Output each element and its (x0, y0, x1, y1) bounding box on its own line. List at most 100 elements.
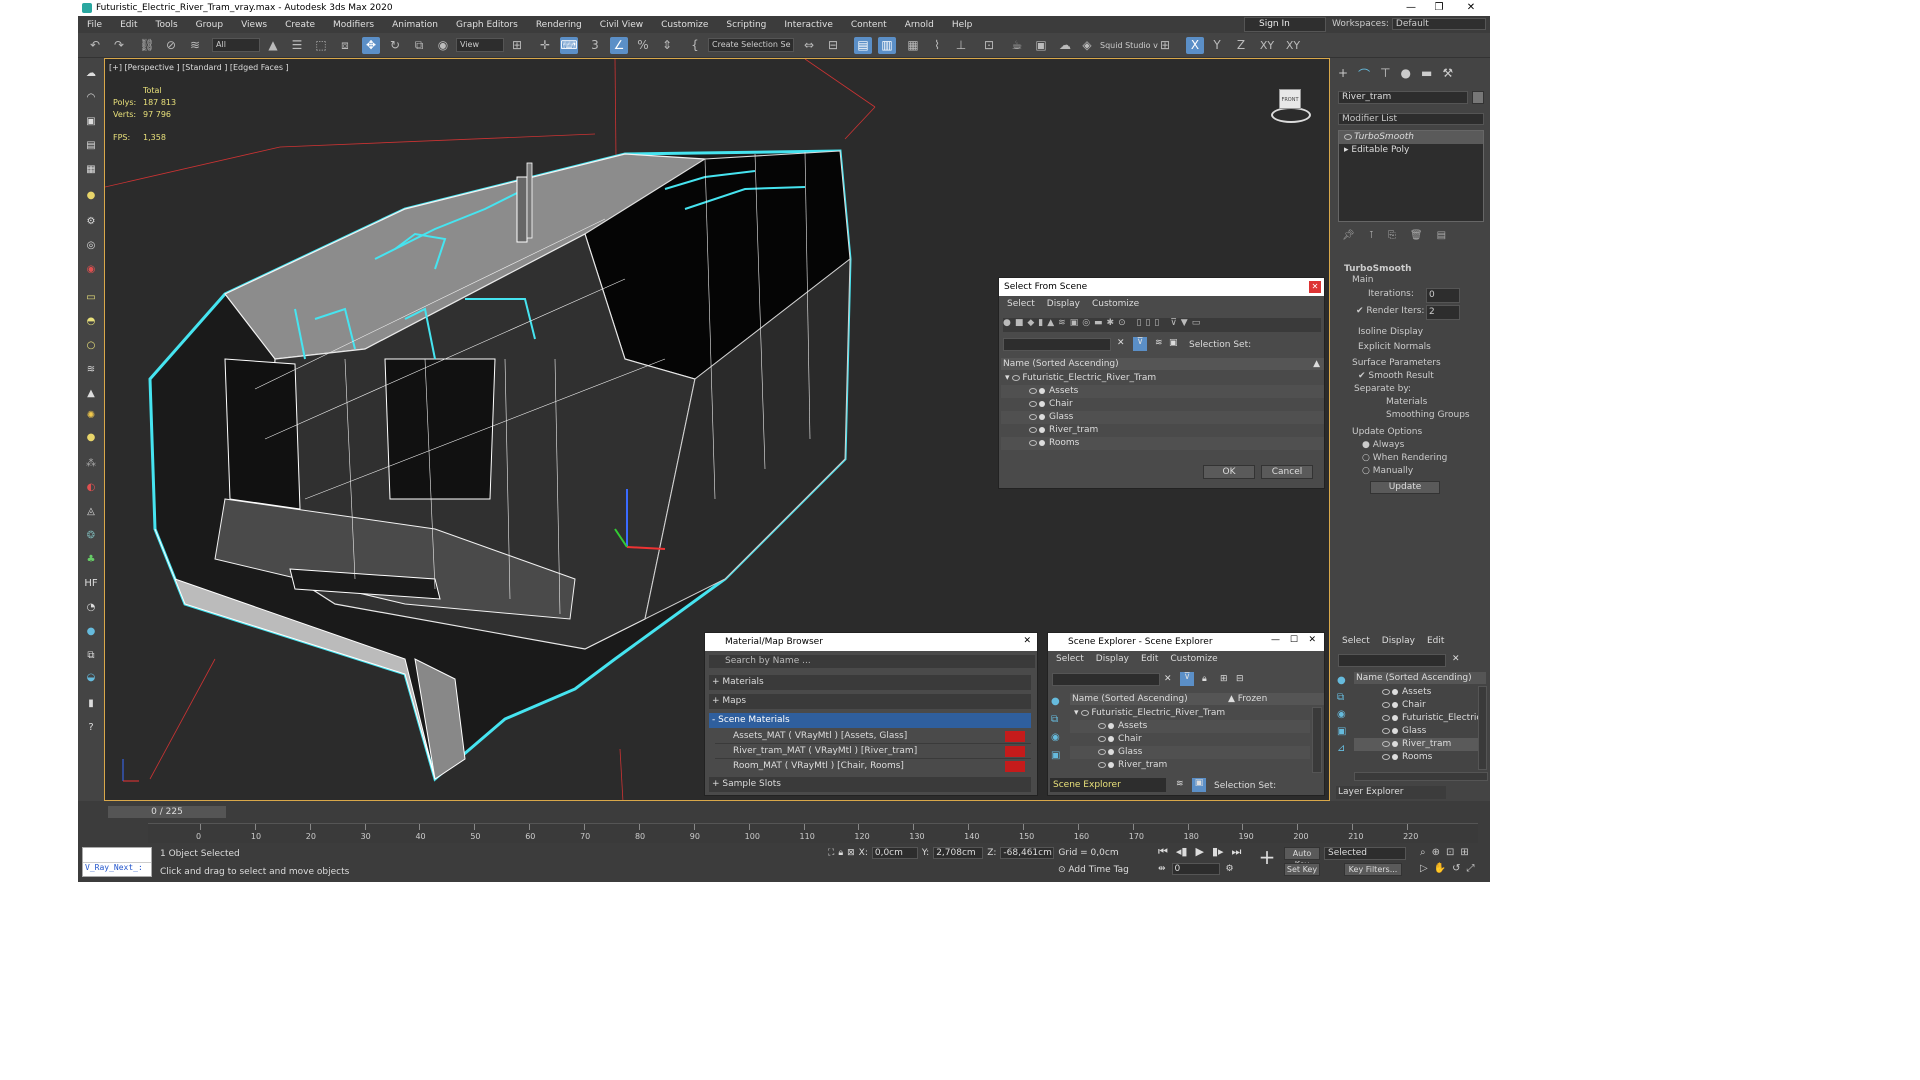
smooth-result-checkbox[interactable]: ✔ Smooth Result (1338, 370, 1484, 383)
pin-stack-icon[interactable]: 📌︎ (1342, 230, 1355, 241)
material-item[interactable]: River_tram_MAT ( VRayMtl ) [River_tram] (715, 744, 1031, 759)
cache-icon[interactable]: ▮ (82, 696, 100, 712)
menu-views[interactable]: Views (232, 20, 276, 30)
le-scrollbar[interactable] (1478, 686, 1487, 770)
sfs-selset-icon[interactable]: ▣ (1169, 338, 1178, 348)
turbosmooth-title[interactable]: TurboSmooth (1338, 264, 1484, 274)
set-key-big-icon[interactable]: + (1256, 845, 1278, 871)
le-item-river-tram[interactable]: River_tram (1354, 738, 1478, 751)
cancel-button[interactable]: Cancel (1261, 465, 1313, 479)
fov-icon[interactable]: ▷ (1420, 863, 1428, 874)
selection-filter-dropdown[interactable]: All (212, 38, 260, 52)
menu-graph-editors[interactable]: Graph Editors (447, 20, 527, 30)
plane-icon[interactable]: ▭ (82, 290, 100, 306)
select-object-icon[interactable]: ▲ (264, 37, 282, 54)
timeline-track[interactable]: 0 10 20 30 40 50 60 70 80 90 100 110 120 130 140 150 160… (148, 823, 1478, 843)
scatter-icon[interactable]: ◔ (82, 600, 100, 616)
sfs-item-rooms[interactable]: Rooms (1001, 437, 1324, 450)
curve-editor-icon[interactable]: ⌇ (928, 37, 946, 54)
menu-scripting[interactable]: Scripting (717, 20, 775, 30)
angle-snap-icon[interactable]: ∠ (610, 37, 628, 54)
named-selection-dropdown[interactable]: Create Selection Se (708, 38, 794, 52)
zoom-extents-all-icon[interactable]: ⊞ (1460, 847, 1468, 858)
helpers-icon[interactable]: ▦ (82, 162, 100, 178)
object-name-field[interactable]: River_tram (1338, 91, 1468, 104)
dome-icon[interactable]: ◓ (82, 314, 100, 330)
se-name-dropdown[interactable]: Scene Explorer (1050, 778, 1166, 792)
sfs-menu-customize[interactable]: Customize (1092, 299, 1139, 309)
scene-explorer-icon[interactable]: ▤ (854, 37, 872, 54)
go-to-end-icon[interactable]: ⏭ (1232, 845, 1242, 859)
se-sync-icon[interactable]: ⊟ (1236, 674, 1244, 684)
orbit-icon[interactable]: ↺ (1452, 863, 1460, 874)
le-clear-icon[interactable]: ✕ (1452, 654, 1460, 664)
viewport-label[interactable]: [+] [Perspective ] [Standard ] [Edged Fa… (109, 63, 289, 72)
mmb-section-maps[interactable]: + Maps (709, 694, 1031, 709)
render-setup-icon[interactable]: ☕ (1008, 37, 1026, 54)
render-production-icon[interactable]: ☁ (1056, 37, 1074, 54)
mmb-section-materials[interactable]: + Materials (709, 675, 1031, 690)
light-bulb-icon[interactable]: ● (82, 188, 100, 204)
time-tag-icon[interactable]: ⊙ (1058, 865, 1068, 875)
se-layers-icon[interactable]: ≋ (1176, 779, 1184, 789)
viewcube-face[interactable]: FRONT (1279, 89, 1301, 109)
se-close-icon[interactable]: ✕ (1308, 635, 1316, 645)
se-clear-icon[interactable]: ✕ (1164, 674, 1172, 684)
material-item[interactable]: Room_MAT ( VRayMtl ) [Chair, Rooms] (715, 759, 1031, 774)
le-search-input[interactable] (1338, 654, 1446, 667)
menu-help[interactable]: Help (943, 20, 982, 30)
sfs-layers-icon[interactable]: ≋ (1155, 338, 1163, 348)
cameras-icon[interactable]: ▤ (82, 138, 100, 154)
z-coordinate-field[interactable]: -68,461cm (1000, 847, 1055, 859)
ok-button[interactable]: OK (1203, 465, 1255, 479)
absolute-mode-icon[interactable]: ⛶ (828, 848, 834, 858)
proxy-icon[interactable]: ◐ (82, 480, 100, 496)
viewcube[interactable]: FRONT (1261, 85, 1313, 125)
render-iters-spinner[interactable]: 2 (1426, 305, 1460, 320)
utilities-tab-icon[interactable]: ⚒ (1442, 66, 1453, 83)
sfs-filter-icons[interactable]: ●■◆▮▲≋▣◎▬✱⊙ ▯▯▯ ⊽▼▭ (1003, 318, 1321, 332)
shapes-icon[interactable]: ◠ (82, 90, 100, 106)
le-item-futuristic[interactable]: Futuristic_Electric_R (1354, 712, 1478, 725)
stack-item-turbosmooth[interactable]: TurboSmooth (1339, 131, 1483, 144)
se-tree-root[interactable]: ▾ Futuristic_Electric_River_Tram (1070, 707, 1310, 720)
create-tab-icon[interactable]: + (1338, 66, 1348, 83)
smoothing-groups-checkbox[interactable]: Smoothing Groups (1338, 409, 1484, 422)
le-item-assets[interactable]: Assets (1354, 686, 1478, 699)
workspace-selector[interactable]: Workspaces: Default (1332, 18, 1488, 30)
play-icon[interactable]: ▶ (1195, 845, 1203, 859)
go-to-start-icon[interactable]: ⏮ (1158, 845, 1168, 859)
sign-in-dropdown[interactable]: Sign In (1244, 17, 1326, 32)
x-coordinate-field[interactable]: 0,0cm (871, 847, 918, 859)
select-scale-icon[interactable]: ⧉ (410, 37, 428, 54)
mmb-close-icon[interactable]: ✕ (1023, 636, 1031, 646)
ribbon-icon[interactable]: ▦ (904, 37, 922, 54)
rect-selection-icon[interactable]: ⬚ (312, 37, 330, 54)
menu-interactive[interactable]: Interactive (775, 20, 841, 30)
link-icon[interactable]: ⛓ (138, 37, 156, 54)
sfs-tree-root[interactable]: ▾ Futuristic_Electric_River_Tram (1001, 372, 1324, 385)
zoom-icon[interactable]: ⌕ (1420, 847, 1426, 858)
ambient-icon[interactable]: ● (82, 430, 100, 446)
motion-tab-icon[interactable]: ● (1401, 66, 1411, 83)
le-left-filter-strip[interactable]: ● ⧉ ◉ ▣ ⊿ (1337, 672, 1351, 756)
ies-icon[interactable]: ≋ (82, 362, 100, 378)
isoline-display-checkbox[interactable]: Isoline Display (1338, 326, 1484, 339)
le-item-glass[interactable]: Glass (1354, 725, 1478, 738)
minimize-icon[interactable]: — (1396, 0, 1426, 16)
mmb-section-scene-materials[interactable]: - Scene Materials (709, 713, 1031, 728)
auto-key-button[interactable]: Auto Key (1284, 847, 1320, 869)
se-search-input[interactable] (1052, 673, 1160, 686)
configure-sets-icon[interactable]: ▤ (1437, 230, 1446, 241)
lights-icon[interactable]: ▣ (82, 114, 100, 130)
stack-item-editable-poly[interactable]: ▸ Editable Poly (1339, 144, 1483, 157)
maxscript-listener[interactable]: V_Ray_Next_: (82, 847, 152, 877)
menu-modifiers[interactable]: Modifiers (324, 20, 383, 30)
se-col-frozen[interactable]: ▲ Frozen (1228, 693, 1267, 705)
time-config-icon[interactable]: ⇹ (1158, 864, 1166, 874)
when-rendering-radio[interactable]: ○ When Rendering (1338, 452, 1484, 465)
hf-icon[interactable]: HF (82, 576, 100, 592)
se-column-header[interactable]: Name (Sorted Ascending) ▲ Frozen (1070, 693, 1324, 705)
menu-content[interactable]: Content (842, 20, 896, 30)
dope-sheet-icon[interactable]: ⊥ (952, 37, 970, 54)
